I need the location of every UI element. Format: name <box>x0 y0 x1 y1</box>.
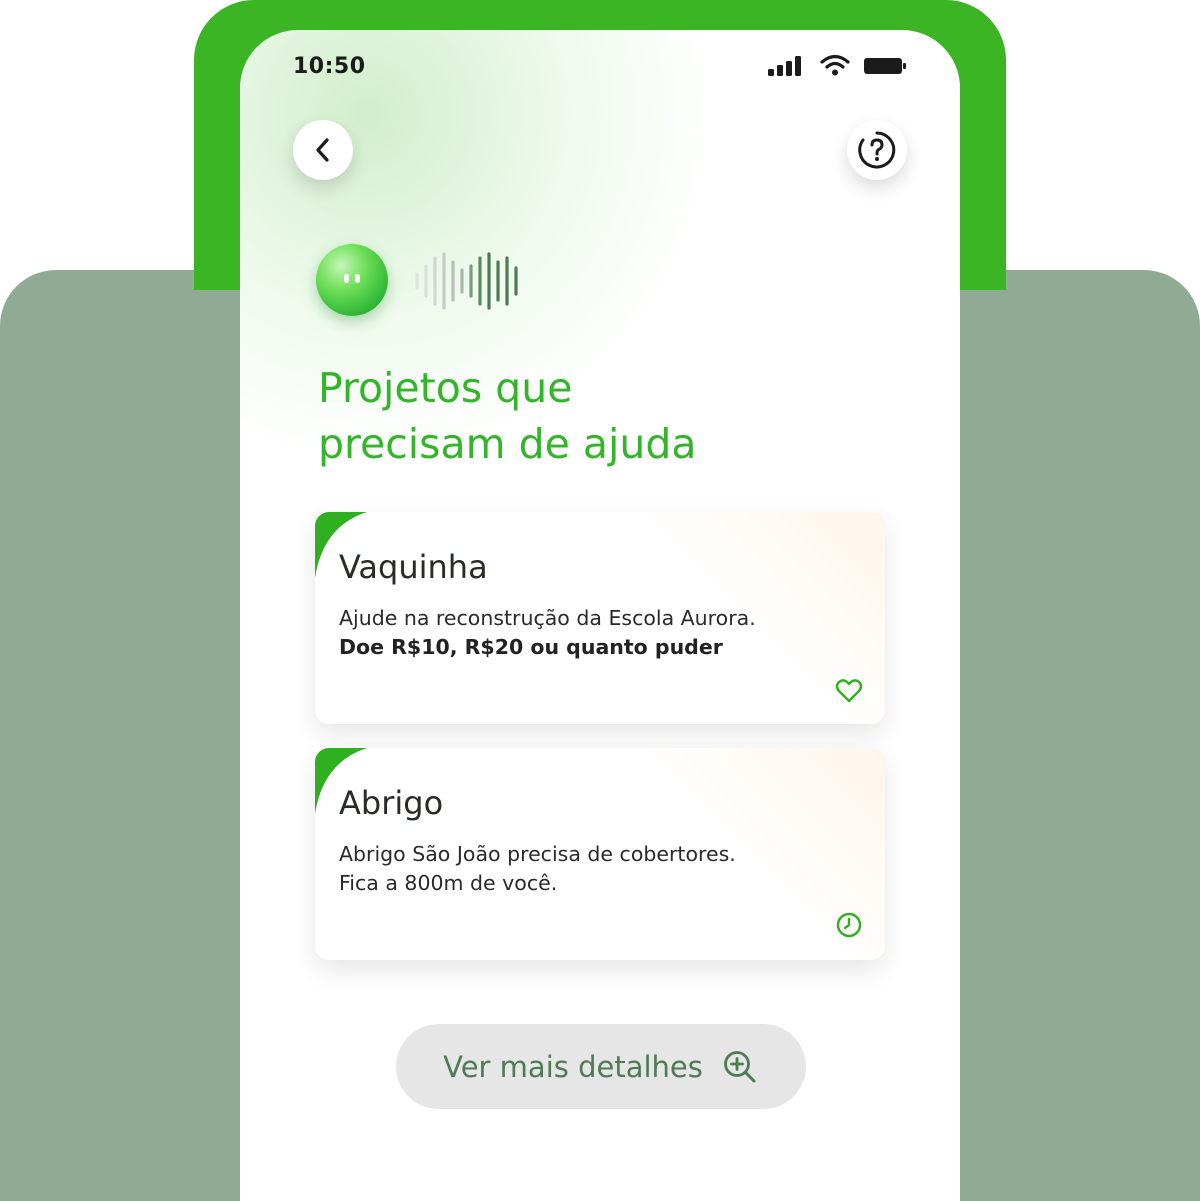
project-card-vaquinha[interactable]: Vaquinha Ajude na reconstrução da Escola… <box>315 512 885 724</box>
heart-icon[interactable] <box>834 676 864 706</box>
phone-screen: 10:50 Projetos que precisam de ajuda Vaq… <box>240 30 960 1201</box>
page-title: Projetos que precisam de ajuda <box>318 360 878 472</box>
card-description: Ajude na reconstrução da Escola Aurora. … <box>339 604 859 662</box>
page-title-line-2: precisam de ajuda <box>318 420 697 468</box>
sound-wave-icon <box>415 252 518 310</box>
card-title: Vaquinha <box>339 548 488 586</box>
help-button[interactable] <box>847 120 907 180</box>
page-title-line-1: Projetos que <box>318 364 573 412</box>
assistant-orb <box>316 244 388 316</box>
card-description-line: Fica a 800m de você. <box>339 871 558 895</box>
card-description-line: Ajude na reconstrução da Escola Aurora. <box>339 606 756 630</box>
more-details-button[interactable]: Ver mais detalhes <box>396 1024 806 1109</box>
battery-icon <box>864 58 906 74</box>
project-card-abrigo[interactable]: Abrigo Abrigo São João precisa de cobert… <box>315 748 885 960</box>
zoom-in-icon <box>723 1050 756 1082</box>
signal-icon <box>768 56 801 76</box>
card-description-highlight: Doe R$10, R$20 ou quanto puder <box>339 635 723 659</box>
card-title: Abrigo <box>339 784 444 822</box>
help-icon <box>858 131 896 169</box>
more-details-label: Ver mais detalhes <box>443 1049 703 1084</box>
wifi-icon <box>820 54 850 76</box>
status-time: 10:50 <box>293 54 366 79</box>
chevron-left-icon <box>316 138 329 162</box>
card-description: Abrigo São João precisa de cobertores. F… <box>339 840 859 898</box>
back-button[interactable] <box>293 120 353 180</box>
clock-icon[interactable] <box>834 910 864 940</box>
status-icons <box>768 54 908 78</box>
voice-assistant[interactable] <box>316 242 536 320</box>
card-description-line: Abrigo São João precisa de cobertores. <box>339 842 736 866</box>
